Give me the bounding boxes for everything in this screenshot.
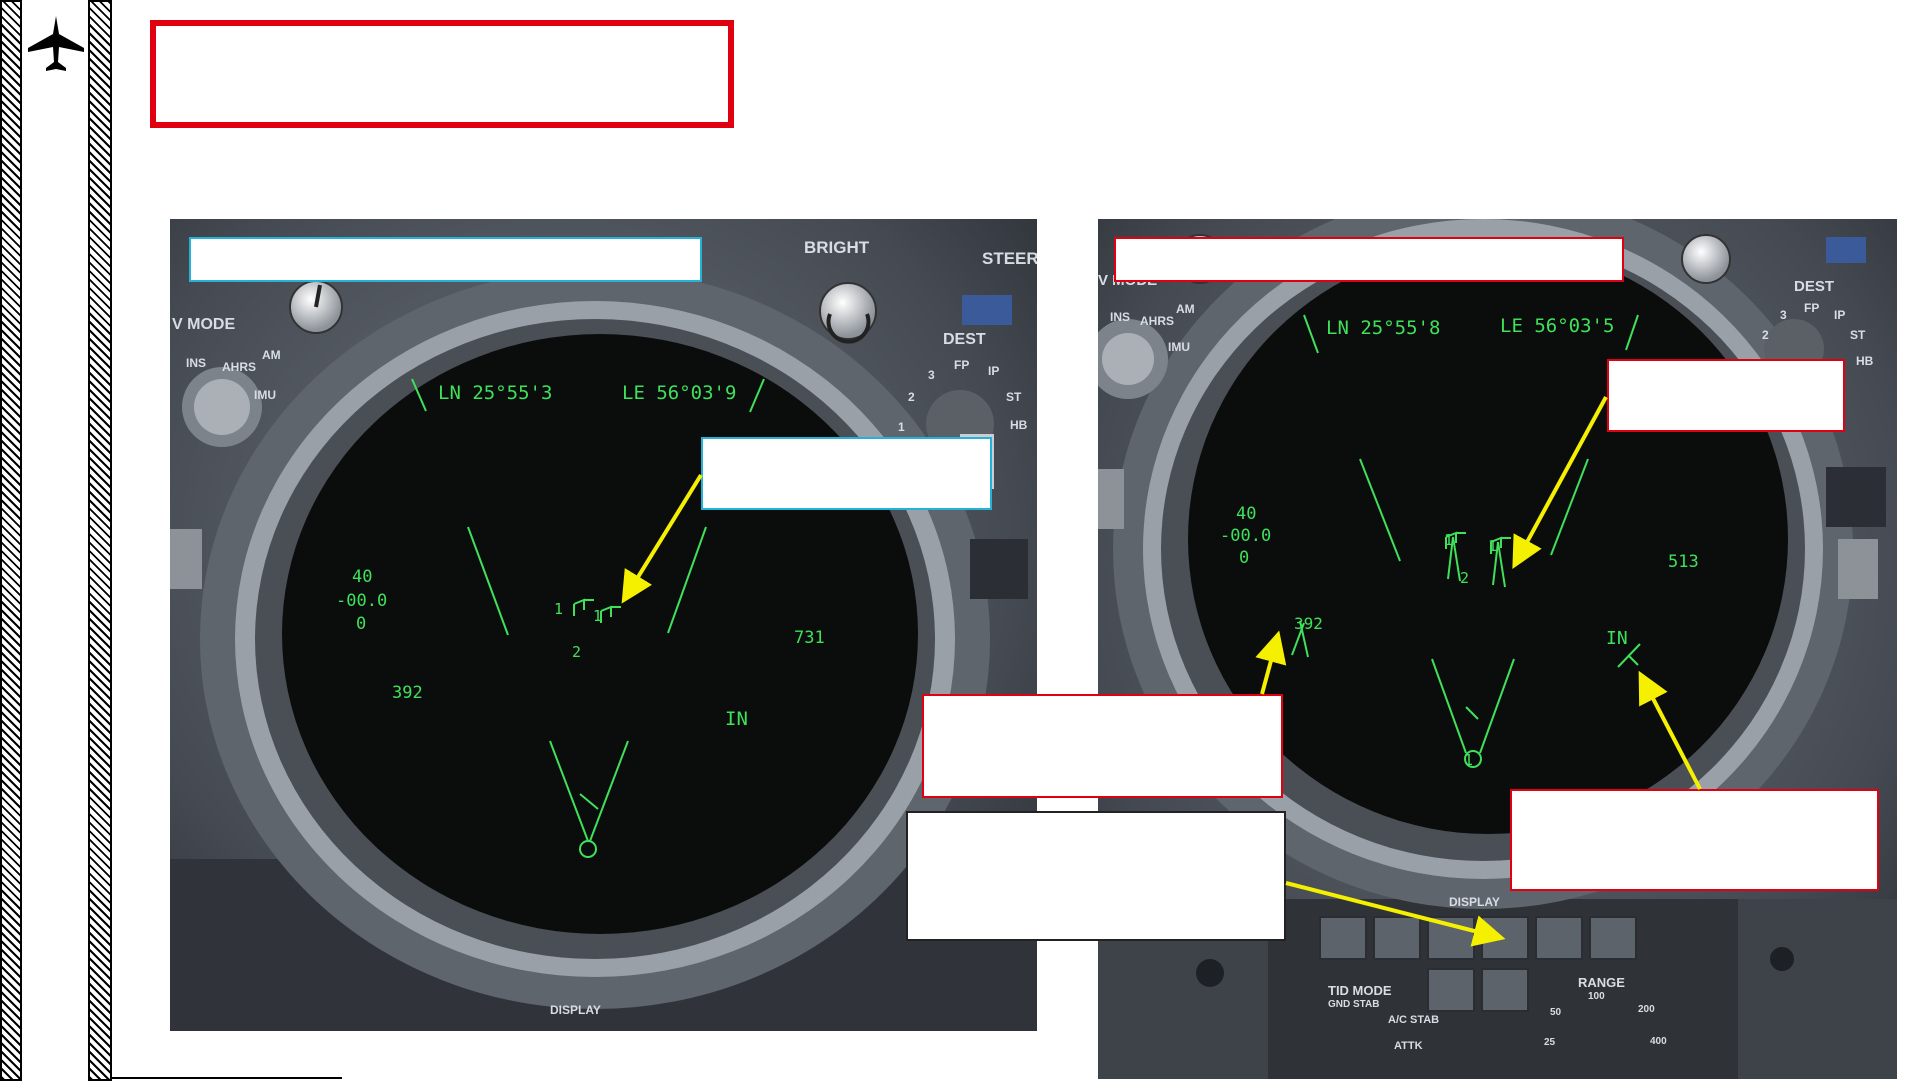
bottom-rule (112, 1077, 342, 1079)
arrow-right-display (1285, 881, 1506, 947)
arrow-right-in (1638, 670, 1702, 790)
arrow-right-track (1255, 630, 1287, 695)
callout-arrows (621, 396, 1702, 947)
arrow-left-target (621, 473, 703, 604)
arrow-right-target (1512, 396, 1608, 570)
